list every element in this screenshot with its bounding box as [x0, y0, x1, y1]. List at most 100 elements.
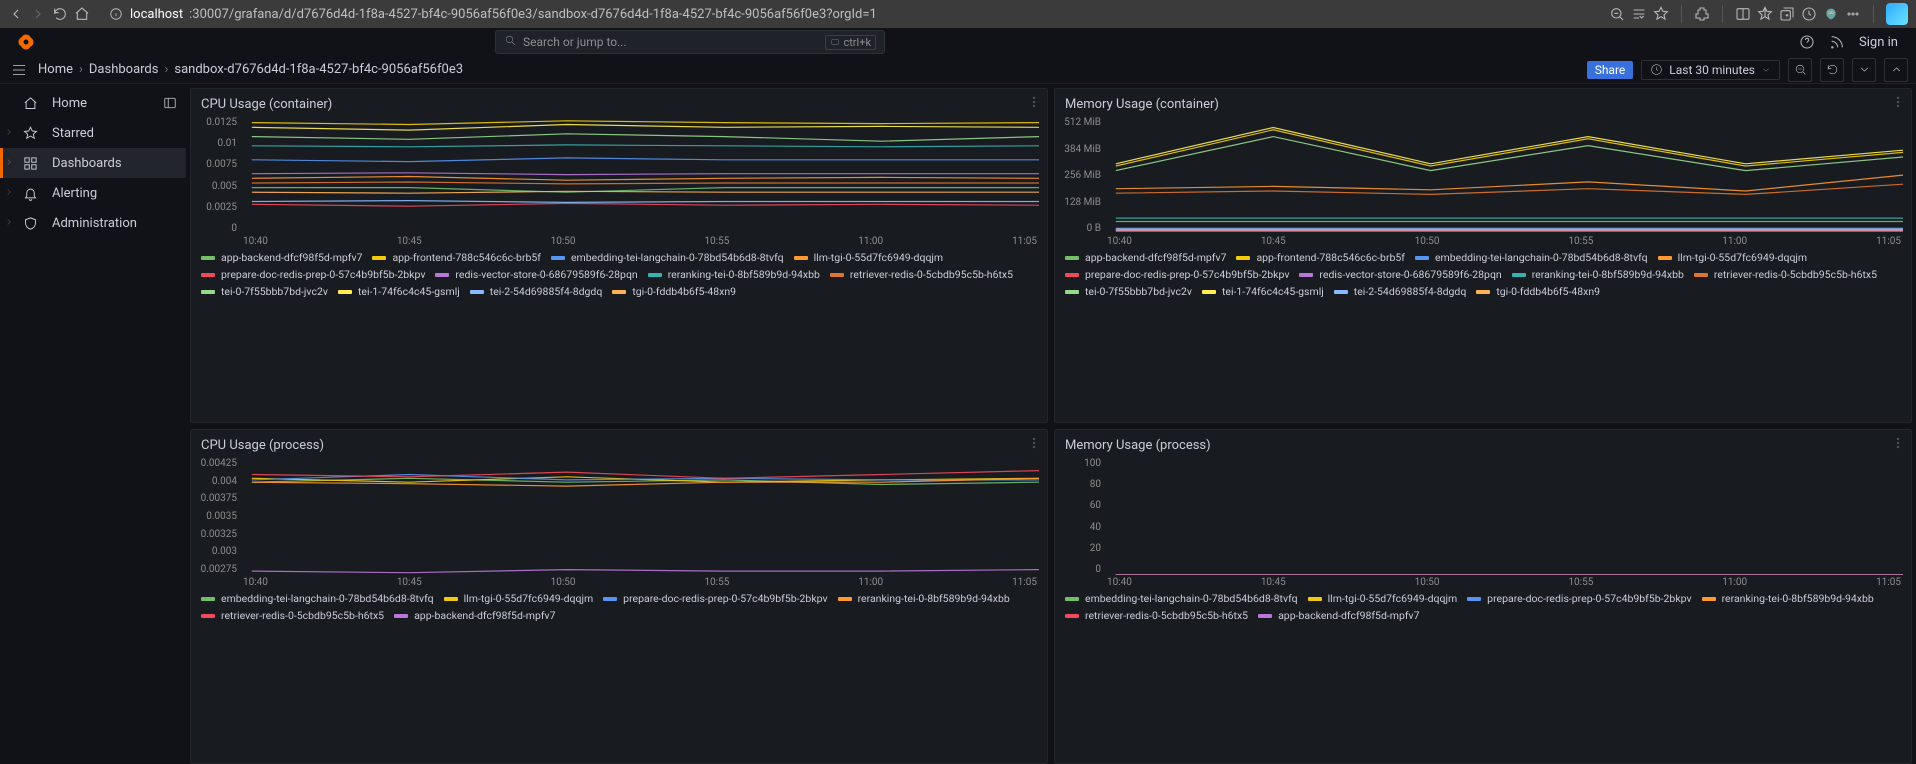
legend-label: prepare-doc-redis-prep-0-57c4b9bf5b-2bkp… [1085, 268, 1289, 281]
home-nav-icon [22, 95, 38, 111]
zoom-out-button[interactable] [1788, 58, 1812, 82]
legend-item[interactable]: prepare-doc-redis-prep-0-57c4b9bf5b-2bkp… [201, 268, 425, 281]
info-icon[interactable] [108, 6, 124, 22]
legend-item[interactable]: tgi-0-fddb4b6f5-48xn9 [612, 285, 736, 298]
collections-icon[interactable] [1779, 6, 1795, 22]
legend-item[interactable]: tei-1-74f6c4c45-gsmlj [338, 285, 460, 298]
legend-item[interactable]: app-frontend-788c546c6c-brb5f [372, 251, 541, 264]
legend-item[interactable]: reranking-tei-0-8bf589b9d-94xbb [648, 268, 820, 281]
legend-swatch [838, 597, 852, 601]
chart-area[interactable]: 0.01250.010.00750.0050.00250 [199, 118, 1039, 234]
chevron-right-icon[interactable] [4, 216, 14, 226]
chart-area[interactable]: 0.004250.0040.003750.00350.003250.0030.0… [199, 459, 1039, 575]
panel-menu-icon[interactable] [1891, 436, 1905, 453]
legend-item[interactable]: tei-2-54d69885f4-8dgdq [1334, 285, 1467, 298]
search-input[interactable]: Search or jump to... ctrl+k [495, 30, 885, 54]
app-icon[interactable] [1823, 6, 1839, 22]
grafana-logo-icon[interactable] [14, 30, 38, 54]
legend-item[interactable]: prepare-doc-redis-prep-0-57c4b9bf5b-2bkp… [603, 592, 827, 605]
legend-item[interactable]: llm-tgi-0-55d7fc6949-dqqjm [1658, 251, 1808, 264]
chevron-right-icon[interactable] [4, 186, 14, 196]
legend-item[interactable]: reranking-tei-0-8bf589b9d-94xbb [1702, 592, 1874, 605]
address-bar[interactable]: localhost:30007/grafana/d/d7676d4d-1f8a-… [130, 7, 877, 22]
legend-item[interactable]: app-backend-dfcf98f5d-mpfv7 [1258, 609, 1419, 622]
read-aloud-icon[interactable] [1631, 6, 1647, 22]
legend-item[interactable]: tei-0-7f55bbb7bd-jvc2v [201, 285, 328, 298]
legend-item[interactable]: app-backend-dfcf98f5d-mpfv7 [394, 609, 555, 622]
legend-item[interactable]: embedding-tei-langchain-0-78bd54b6d8-8tv… [1065, 592, 1298, 605]
legend-item[interactable]: embedding-tei-langchain-0-78bd54b6d8-8tv… [1415, 251, 1648, 264]
legend-item[interactable]: embedding-tei-langchain-0-78bd54b6d8-8tv… [551, 251, 784, 264]
favorites-bar-icon[interactable] [1757, 6, 1773, 22]
crumb-home[interactable]: Home [38, 62, 73, 77]
zoom-icon[interactable] [1609, 6, 1625, 22]
x-axis: 10:4010:4510:5010:5511:0011:05 [199, 575, 1039, 588]
chart-area[interactable]: 512 MiB384 MiB256 MiB128 MiB0 B [1063, 118, 1903, 234]
history-icon[interactable] [1801, 6, 1817, 22]
copilot-icon[interactable] [1886, 3, 1908, 25]
sidebar-item-starred[interactable]: Starred [0, 118, 186, 148]
dock-icon[interactable] [162, 95, 178, 111]
legend-item[interactable]: reranking-tei-0-8bf589b9d-94xbb [1512, 268, 1684, 281]
legend-item[interactable]: redis-vector-store-0-68679589f6-28pqn [1299, 268, 1501, 281]
share-button[interactable]: Share [1587, 61, 1634, 79]
crumb-dashboards[interactable]: Dashboards [89, 62, 159, 77]
legend-item[interactable]: prepare-doc-redis-prep-0-57c4b9bf5b-2bkp… [1065, 268, 1289, 281]
legend-item[interactable]: retriever-redis-0-5cbdb95c5b-h6tx5 [1065, 609, 1248, 622]
news-icon[interactable] [1829, 34, 1845, 50]
legend-item[interactable]: app-backend-dfcf98f5d-mpfv7 [201, 251, 362, 264]
legend-item[interactable]: redis-vector-store-0-68679589f6-28pqn [435, 268, 637, 281]
legend-item[interactable]: app-backend-dfcf98f5d-mpfv7 [1065, 251, 1226, 264]
back-icon[interactable] [8, 6, 24, 22]
chevron-right-icon[interactable] [4, 156, 14, 166]
legend-item[interactable]: tgi-0-fddb4b6f5-48xn9 [1476, 285, 1600, 298]
sidebar-item-home[interactable]: Home [0, 88, 186, 118]
collapse-button[interactable] [1884, 58, 1908, 82]
legend-swatch [1236, 256, 1250, 260]
signin-link[interactable]: Sign in [1859, 35, 1898, 50]
reload-icon[interactable] [52, 6, 68, 22]
refresh-interval-button[interactable] [1852, 58, 1876, 82]
panel[interactable]: Memory Usage (container)512 MiB384 MiB25… [1054, 88, 1912, 423]
panel-menu-icon[interactable] [1891, 95, 1905, 112]
legend-item[interactable]: llm-tgi-0-55d7fc6949-dqqjm [794, 251, 944, 264]
menu-icon[interactable] [10, 61, 28, 79]
url-host: localhost [130, 7, 183, 22]
legend-item[interactable]: prepare-doc-redis-prep-0-57c4b9bf5b-2bkp… [1467, 592, 1691, 605]
more-icon[interactable] [1845, 6, 1861, 22]
legend-item[interactable]: reranking-tei-0-8bf589b9d-94xbb [838, 592, 1010, 605]
refresh-button[interactable] [1820, 58, 1844, 82]
legend-item[interactable]: tei-0-7f55bbb7bd-jvc2v [1065, 285, 1192, 298]
legend-item[interactable]: tei-2-54d69885f4-8dgdq [470, 285, 603, 298]
panel-menu-icon[interactable] [1027, 95, 1041, 112]
sidebar-item-alerting[interactable]: Alerting [0, 178, 186, 208]
legend-item[interactable]: llm-tgi-0-55d7fc6949-dqqjm [1308, 592, 1458, 605]
sidebar-item-administration[interactable]: Administration [0, 208, 186, 238]
legend-label: reranking-tei-0-8bf589b9d-94xbb [1532, 268, 1684, 281]
time-picker[interactable]: Last 30 minutes [1641, 60, 1780, 80]
forward-icon[interactable] [30, 6, 46, 22]
chevron-right-icon[interactable] [4, 126, 14, 136]
extensions-icon[interactable] [1694, 6, 1710, 22]
legend-item[interactable]: retriever-redis-0-5cbdb95c5b-h6tx5 [201, 609, 384, 622]
favorite-icon[interactable] [1653, 6, 1669, 22]
chart-area[interactable]: 100806040200 [1063, 459, 1903, 575]
panel[interactable]: Memory Usage (process)10080604020010:401… [1054, 429, 1912, 764]
sidebar-item-dashboards[interactable]: Dashboards [0, 148, 186, 178]
legend-item[interactable]: embedding-tei-langchain-0-78bd54b6d8-8tv… [201, 592, 434, 605]
legend: app-backend-dfcf98f5d-mpfv7 app-frontend-… [1063, 247, 1903, 300]
panel[interactable]: CPU Usage (container)0.01250.010.00750.0… [190, 88, 1048, 423]
legend-item[interactable]: retriever-redis-0-5cbdb95c5b-h6tx5 [830, 268, 1013, 281]
split-icon[interactable] [1735, 6, 1751, 22]
legend-label: tei-2-54d69885f4-8dgdq [490, 285, 603, 298]
legend-item[interactable]: app-frontend-788c546c6c-brb5f [1236, 251, 1405, 264]
panel-menu-icon[interactable] [1027, 436, 1041, 453]
legend-item[interactable]: tei-1-74f6c4c45-gsmlj [1202, 285, 1324, 298]
legend-item[interactable]: retriever-redis-0-5cbdb95c5b-h6tx5 [1694, 268, 1877, 281]
help-icon[interactable] [1799, 34, 1815, 50]
legend-swatch [1415, 256, 1429, 260]
panel[interactable]: CPU Usage (process)0.004250.0040.003750.… [190, 429, 1048, 764]
legend-swatch [794, 256, 808, 260]
home-icon[interactable] [74, 6, 90, 22]
legend-item[interactable]: llm-tgi-0-55d7fc6949-dqqjm [444, 592, 594, 605]
